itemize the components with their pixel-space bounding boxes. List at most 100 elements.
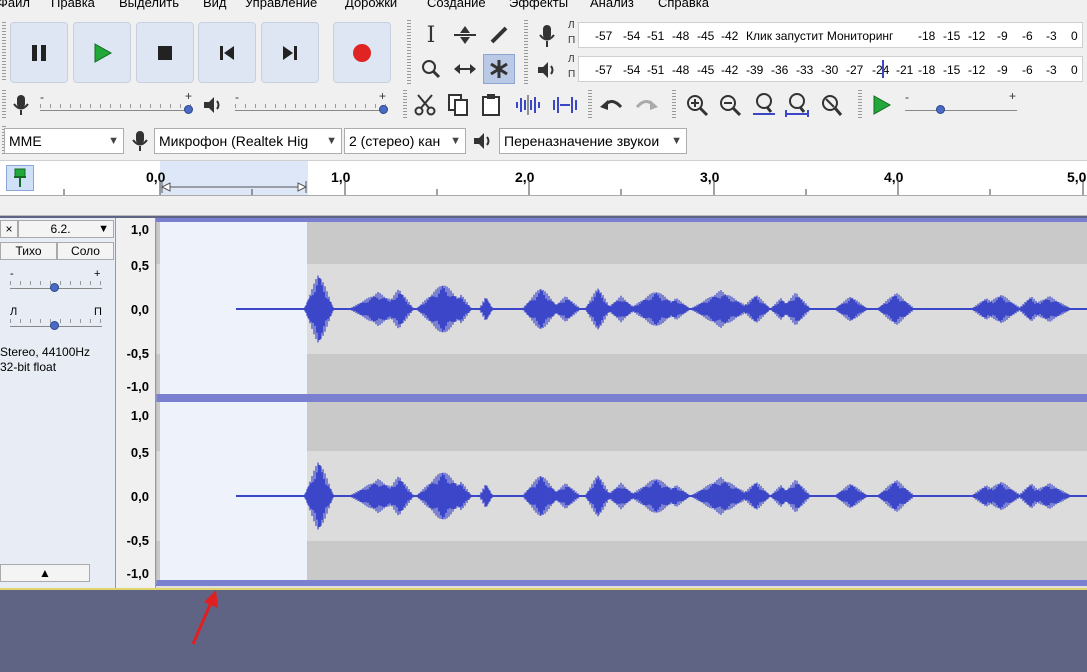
record-meter-right-label: П [568, 35, 576, 46]
play-tick: -48 [672, 63, 690, 77]
annotation-arrow [191, 590, 218, 645]
play-tick: -33 [796, 63, 814, 77]
tools-grip[interactable] [407, 20, 411, 86]
gain-knob[interactable] [50, 283, 59, 292]
menu-select[interactable]: Выделить [119, 0, 179, 9]
envelope-tool[interactable] [449, 20, 481, 50]
draw-tool[interactable] [483, 20, 515, 50]
silence-button[interactable] [548, 90, 582, 120]
close-icon: × [5, 222, 13, 236]
input-device-select[interactable]: Микрофон (Realtek Hig ▼ [154, 128, 342, 154]
menu-edit[interactable]: Правка [51, 0, 95, 9]
undo-grip[interactable] [588, 90, 592, 120]
record-tick: -57 [595, 29, 613, 43]
audio-host-select[interactable]: MME ▼ [4, 128, 124, 154]
playback-speed-knob[interactable] [936, 105, 945, 114]
empty-project-area[interactable] [0, 588, 1087, 672]
output-device-select[interactable]: Переназначение звукои ▼ [499, 128, 687, 154]
track-close-button[interactable]: × [0, 220, 18, 238]
input-channels-select[interactable]: 2 (стерео) кан ▼ [344, 128, 466, 154]
amplitude-label: 1,0 [130, 408, 149, 423]
timeline-ruler[interactable]: 0,0 1,0 2,0 3,0 4,0 5,0 [0, 160, 1087, 196]
ruler-gap [0, 196, 1087, 216]
play-meter-speaker-icon[interactable] [534, 56, 560, 84]
menu-analyze[interactable]: Анализ [590, 0, 634, 9]
track-name-menu[interactable]: 6.2. ▼ [18, 220, 114, 238]
output-device-speaker-icon [468, 128, 498, 154]
collapse-track-button[interactable]: ▲ [0, 564, 90, 582]
zoom-out-icon [720, 95, 742, 117]
record-meter-message: Клик запустит Мониторинг [746, 29, 894, 43]
solo-button[interactable]: Соло [57, 242, 114, 260]
mic-volume-slider[interactable] [40, 110, 192, 111]
zoom-grip[interactable] [672, 90, 676, 120]
speaker-volume-slider[interactable] [235, 110, 387, 111]
zoom-toggle-icon [822, 95, 843, 116]
selection-tool[interactable]: I [415, 20, 447, 50]
copy-button[interactable] [443, 90, 473, 120]
record-tick: -45 [697, 29, 715, 43]
track-control-panel: × 6.2. ▼ Тихо Соло - + Л П Stereo, 44100… [0, 218, 116, 588]
waveform-track[interactable] [156, 218, 1087, 588]
pan-knob[interactable] [50, 321, 59, 330]
record-tick: -54 [623, 29, 641, 43]
zoom-out-button[interactable] [714, 90, 746, 120]
menu-help[interactable]: Справка [658, 0, 709, 9]
undo-button[interactable] [596, 90, 628, 120]
play-tick: -27 [846, 63, 864, 77]
play-at-speed-button[interactable] [866, 90, 896, 120]
play-button[interactable] [73, 22, 131, 83]
record-meter[interactable]: -57 -54 -51 -48 -45 -42 Клик запустит Мо… [578, 22, 1083, 48]
play-at-speed-grip[interactable] [858, 90, 862, 120]
amplitude-label: 0,5 [130, 258, 149, 273]
mute-button[interactable]: Тихо [0, 242, 57, 260]
track-format-info: Stereo, 44100Hz [0, 345, 91, 359]
amplitude-label: 0,0 [130, 489, 149, 504]
mic-volume-knob[interactable] [184, 105, 193, 114]
paste-button[interactable] [476, 90, 506, 120]
time-shift-tool[interactable] [449, 54, 481, 84]
menu-file[interactable]: Файл [0, 0, 30, 9]
gain-max-label: + [94, 268, 101, 280]
multi-tool[interactable] [483, 54, 515, 84]
trim-audio-icon [516, 95, 540, 115]
meter-grip[interactable] [524, 20, 528, 86]
zoom-in-button[interactable] [681, 90, 713, 120]
pause-button[interactable] [10, 22, 68, 83]
trim-button[interactable] [511, 90, 545, 120]
zoom-toggle-button[interactable] [815, 90, 847, 120]
menu-generate[interactable]: Создание [427, 0, 486, 9]
amplitude-label: 0,0 [130, 302, 149, 317]
playback-speed-slider[interactable] [905, 110, 1017, 111]
fit-project-button[interactable] [781, 90, 813, 120]
skip-to-start-icon [220, 45, 234, 60]
speaker-volume-knob[interactable] [379, 105, 388, 114]
playback-meter[interactable]: -57 -54 -51 -48 -45 -42 -39 -36 -33 -30 … [578, 56, 1083, 82]
mixer-grip[interactable] [2, 90, 6, 120]
zoom-in-icon [687, 95, 709, 117]
fit-selection-button[interactable] [748, 90, 780, 120]
scissors-icon [414, 94, 436, 116]
play-tick: -15 [943, 63, 961, 77]
zoom-tool[interactable] [415, 54, 447, 84]
stop-button[interactable] [136, 22, 194, 83]
skip-to-start-button[interactable] [198, 22, 256, 83]
skip-to-end-button[interactable] [261, 22, 319, 83]
record-tick: -51 [647, 29, 665, 43]
edit-grip[interactable] [403, 90, 407, 120]
play-tick: -57 [595, 63, 613, 77]
clipboard-icon [482, 94, 500, 116]
play-tick: -21 [896, 63, 914, 77]
play-tick: -6 [1022, 63, 1033, 77]
toolbar-grip[interactable] [2, 22, 6, 82]
mic-slider-min-label: - [40, 90, 44, 104]
record-button[interactable] [333, 22, 391, 83]
menu-view[interactable]: Вид [203, 0, 227, 9]
redo-button[interactable] [630, 90, 662, 120]
menu-effects[interactable]: Эффекты [509, 0, 568, 9]
menu-transport[interactable]: Управление [245, 0, 317, 9]
record-meter-mic-icon[interactable] [534, 22, 560, 50]
cut-button[interactable] [410, 90, 440, 120]
menu-tracks[interactable]: Дорожки [345, 0, 397, 9]
double-arrow-icon [454, 64, 476, 74]
